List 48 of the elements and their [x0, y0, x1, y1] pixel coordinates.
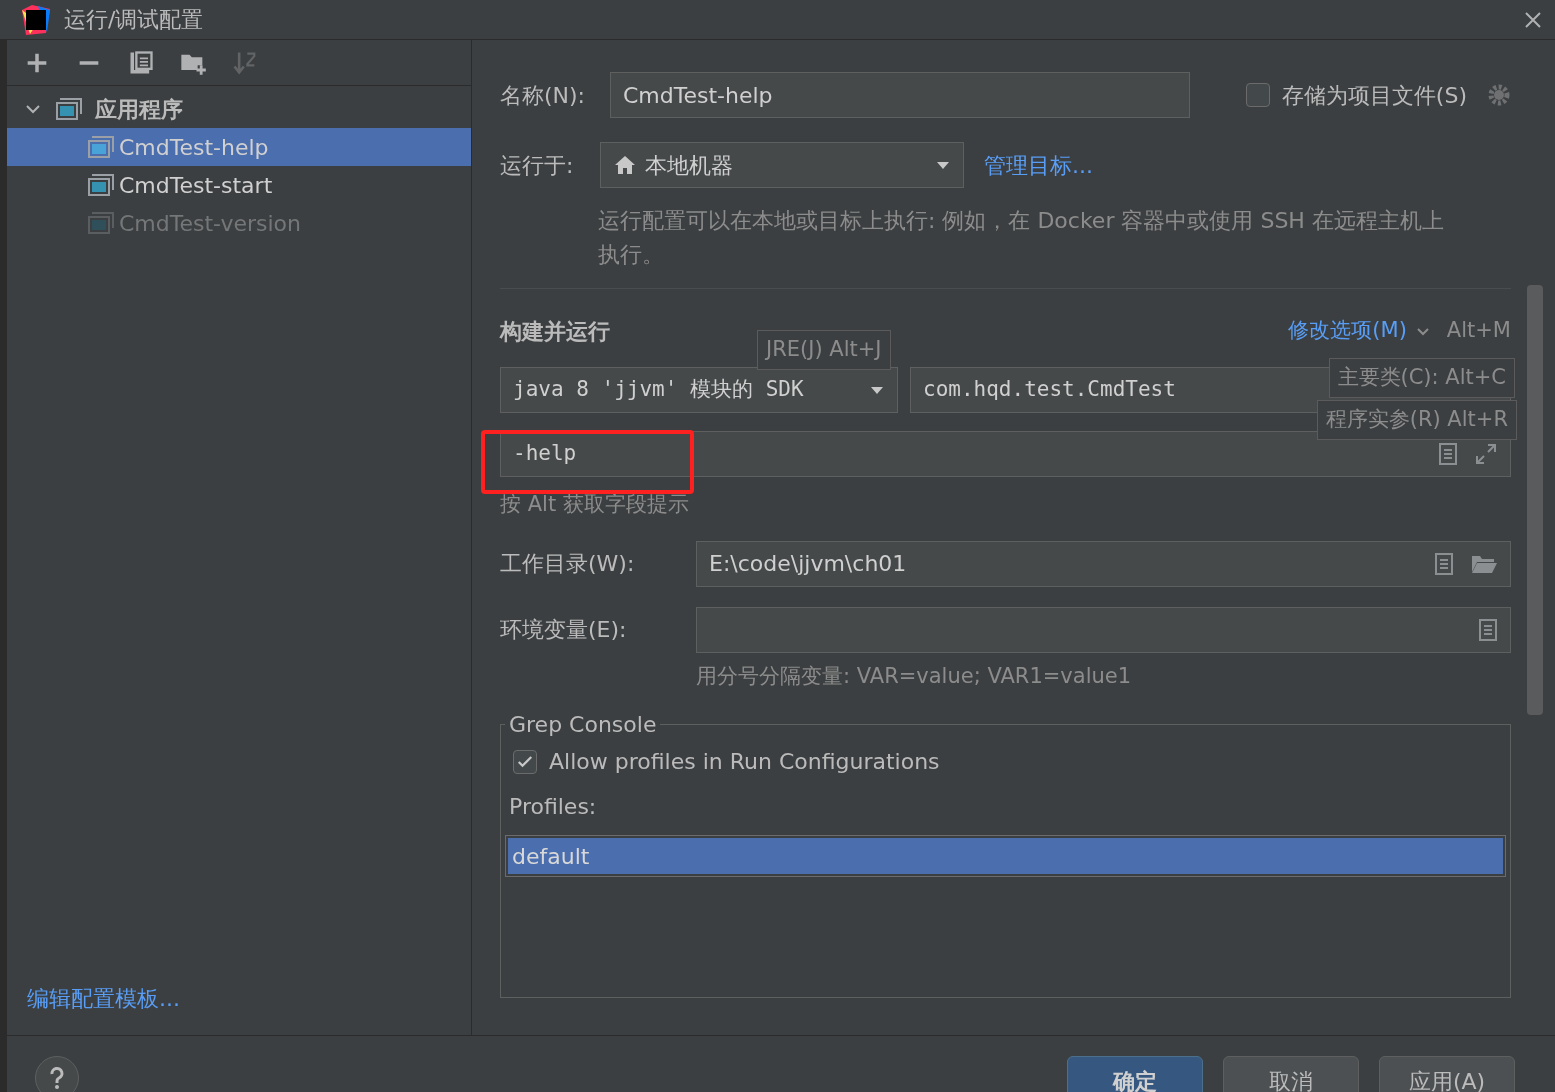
document-icon[interactable]: [1434, 551, 1454, 576]
application-icon: [87, 211, 115, 235]
group-label: 应用程序: [95, 95, 183, 124]
sdk-dropdown[interactable]: java 8 'jjvm' 模块的 SDK: [500, 367, 898, 413]
dialog-button[interactable]: 确定: [1067, 1056, 1203, 1092]
section-title: 构建并运行: [500, 317, 610, 346]
home-icon: [613, 153, 637, 177]
tree-item[interactable]: CmdTest-help: [7, 128, 471, 166]
application-icon: [87, 135, 115, 159]
edit-templates-link[interactable]: 编辑配置模板...: [7, 982, 471, 1035]
tree-group-row[interactable]: 应用程序: [7, 90, 471, 128]
run-on-label: 运行于:: [500, 151, 575, 180]
profiles-label: Profiles:: [509, 793, 598, 821]
dialog-button[interactable]: 应用(A): [1379, 1056, 1515, 1092]
name-field[interactable]: CmdTest-help: [610, 72, 1190, 118]
tree-item[interactable]: CmdTest-start: [7, 166, 471, 204]
environment-variables-label: 环境变量(E):: [500, 616, 628, 644]
application-icon: [87, 173, 115, 197]
description-text: 运行配置可以在本地或目标上执行: 例如，在 Docker 容器中或使用 SSH 在远程主机上执行。: [598, 207, 1445, 269]
program-arguments-field[interactable]: -help: [500, 431, 1511, 477]
tooltip: 主要类(C): Alt+C: [1328, 358, 1515, 398]
dialog-button[interactable]: 取消: [1223, 1056, 1359, 1092]
app-logo-icon: [20, 3, 52, 36]
field-hint: 按 Alt 获取字段提示: [500, 491, 690, 518]
document-icon[interactable]: [1478, 617, 1498, 642]
group-title: Grep Console: [508, 711, 658, 739]
working-directory-label: 工作目录(W):: [500, 550, 636, 578]
expand-icon[interactable]: [1474, 442, 1498, 466]
allow-profiles-checkbox[interactable]: Allow profiles in Run Configurations: [513, 745, 1506, 778]
application-icon: [55, 97, 83, 121]
store-checkbox[interactable]: 存储为项目文件(S): [1245, 78, 1467, 112]
manage-targets-link[interactable]: 管理目标...: [984, 148, 1093, 182]
environment-variables-hint: 用分号分隔变量: VAR=value; VAR1=value1: [696, 662, 1133, 690]
environment-variables-field[interactable]: [696, 606, 1511, 653]
profile-item[interactable]: default: [508, 838, 1503, 874]
scrollbar[interactable]: [1527, 285, 1543, 715]
modify-options-link[interactable]: 修改选项(M): [1288, 315, 1407, 347]
tooltip: JRE(J) Alt+J: [757, 330, 891, 370]
shortcut-text: Alt+M: [1446, 317, 1511, 345]
working-directory-field[interactable]: E:\code\jjvm\ch01: [696, 540, 1511, 587]
document-icon[interactable]: [1438, 442, 1458, 466]
name-label: 名称(N):: [500, 81, 587, 110]
run-on-dropdown[interactable]: 本地机器: [600, 142, 964, 188]
tooltip: 程序实参(R) Alt+R: [1316, 400, 1517, 440]
settings-icon[interactable]: [1487, 83, 1511, 107]
close-icon[interactable]: [1523, 9, 1543, 30]
help-button[interactable]: [35, 1056, 79, 1092]
window-title: 运行/调试配置: [64, 6, 205, 34]
